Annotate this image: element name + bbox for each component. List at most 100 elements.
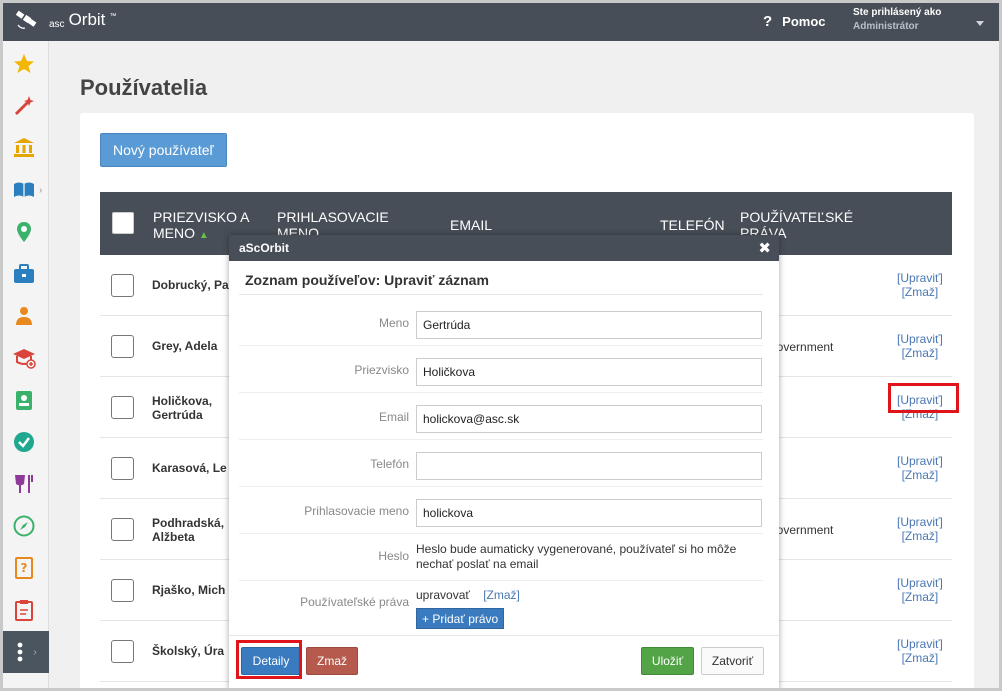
page-title: Používatelia bbox=[80, 75, 208, 100]
row-name-line1: Dobrucký, Pa bbox=[152, 278, 229, 292]
delete-link[interactable]: [Zmaž] bbox=[897, 651, 943, 665]
login-field[interactable]: holickova bbox=[416, 499, 762, 527]
row-checkbox[interactable] bbox=[111, 335, 134, 358]
row-name: Podhradská, Alžbeta bbox=[152, 516, 224, 544]
graduation-cap-icon[interactable] bbox=[11, 345, 37, 371]
row-name-line1: Podhradská, bbox=[152, 516, 225, 530]
first-name-label: Meno bbox=[378, 316, 409, 330]
student-icon[interactable] bbox=[11, 303, 37, 329]
row-checkbox[interactable] bbox=[111, 579, 134, 602]
top-bar: asc Orbit ™ ? Pomoc Ste prihlásený ako A… bbox=[3, 3, 999, 41]
first-name-field[interactable]: Gertrúda bbox=[416, 311, 762, 339]
delete-link[interactable]: [Zmaž] bbox=[897, 468, 943, 482]
row-name-line2: Alžbeta bbox=[152, 530, 195, 544]
location-pin-icon[interactable] bbox=[11, 219, 37, 245]
delete-link[interactable]: [Zmaž] bbox=[897, 346, 943, 360]
user-menu[interactable]: Ste prihlásený ako Administrátor bbox=[853, 6, 941, 34]
surname-label: Priezvisko bbox=[354, 363, 409, 377]
edit-link[interactable]: [Upraviť] bbox=[897, 576, 943, 590]
column-surname-line1: PRIEZVISKO A bbox=[153, 209, 250, 225]
column-surname-line2: MENO bbox=[153, 225, 195, 241]
edit-user-dialog: aScOrbit ✖ Zoznam používeľov: Upraviť zá… bbox=[229, 235, 779, 688]
sidebar: › ? › bbox=[3, 41, 49, 688]
delete-link[interactable]: [Zmaž] bbox=[897, 529, 943, 543]
new-user-button[interactable]: Nový používateľ bbox=[100, 133, 227, 167]
help-label: Pomoc bbox=[782, 14, 826, 29]
edit-link[interactable]: [Upraviť] bbox=[897, 454, 943, 468]
form-row-surname: Priezvisko Holičkova bbox=[239, 346, 763, 393]
institution-icon[interactable] bbox=[11, 135, 37, 161]
password-note-line2: nechať poslať na email bbox=[416, 557, 539, 571]
edit-link[interactable]: [Upraviť] bbox=[897, 637, 943, 651]
details-button-highlight bbox=[236, 640, 302, 679]
briefcase-icon[interactable] bbox=[11, 261, 37, 287]
edit-link-highlight bbox=[888, 383, 959, 413]
chevron-right-icon: › bbox=[33, 646, 37, 658]
more-menu-button[interactable]: › bbox=[3, 631, 49, 673]
password-note-line1: Heslo bude aumaticky vygenerované, použí… bbox=[416, 542, 737, 556]
edit-link[interactable]: [Upraviť] bbox=[897, 515, 943, 529]
user-role: Administrátor bbox=[853, 21, 919, 32]
delete-link[interactable]: [Zmaž] bbox=[897, 590, 943, 604]
svg-text:?: ? bbox=[21, 561, 28, 575]
delete-link[interactable]: [Zmaž] bbox=[897, 285, 943, 299]
phone-field[interactable] bbox=[416, 452, 762, 480]
help-button[interactable]: ? Pomoc bbox=[763, 13, 826, 30]
row-checkbox[interactable] bbox=[111, 640, 134, 663]
magic-wand-icon[interactable] bbox=[11, 93, 37, 119]
logo-text-small: asc bbox=[49, 18, 65, 30]
edit-link[interactable]: [Upraviť] bbox=[897, 332, 943, 346]
phone-label: Telefón bbox=[370, 457, 409, 471]
row-checkbox[interactable] bbox=[111, 274, 134, 297]
checkmark-circle-icon[interactable] bbox=[11, 429, 37, 455]
vertical-dots-icon bbox=[17, 642, 23, 662]
edit-link[interactable]: [Upraviť] bbox=[897, 271, 943, 285]
column-phone[interactable]: TELEFÓN bbox=[660, 217, 725, 233]
row-actions: [Upraviť] [Zmaž] bbox=[897, 454, 943, 482]
row-name: Grey, Adela bbox=[152, 339, 217, 353]
rights-delete-link[interactable]: [Zmaž] bbox=[483, 588, 520, 602]
close-icon[interactable]: ✖ bbox=[758, 239, 771, 257]
divider bbox=[239, 294, 763, 295]
row-actions: [Upraviť] [Zmaž] bbox=[897, 576, 943, 604]
question-book-icon[interactable]: ? bbox=[11, 555, 37, 581]
password-label: Heslo bbox=[378, 549, 409, 563]
row-name-line1: Grey, Adela bbox=[152, 339, 218, 353]
book-icon[interactable] bbox=[11, 177, 37, 203]
save-button[interactable]: Uložiť bbox=[641, 647, 694, 675]
form-row-phone: Telefón bbox=[239, 440, 763, 487]
row-actions: [Upraviť] [Zmaž] bbox=[897, 515, 943, 543]
form-row-first-name: Meno Gertrúda bbox=[239, 299, 763, 346]
chevron-down-icon[interactable] bbox=[976, 21, 984, 26]
delete-button[interactable]: Zmaž bbox=[306, 647, 358, 675]
row-actions: [Upraviť] [Zmaž] bbox=[897, 271, 943, 299]
row-checkbox[interactable] bbox=[111, 457, 134, 480]
row-actions: [Upraviť] [Zmaž] bbox=[897, 332, 943, 360]
email-field[interactable]: holickova@asc.sk bbox=[416, 405, 762, 433]
clipboard-icon[interactable] bbox=[11, 597, 37, 623]
form-row-login: Prihlasovacie meno holickova bbox=[239, 487, 763, 534]
row-checkbox[interactable] bbox=[111, 396, 134, 419]
star-icon[interactable] bbox=[11, 51, 37, 77]
row-name: Rjaško, Mich bbox=[152, 583, 225, 597]
column-email[interactable]: EMAIL bbox=[450, 217, 492, 233]
dialog-header: aScOrbit ✖ bbox=[229, 235, 779, 261]
close-button[interactable]: Zatvoriť bbox=[701, 647, 764, 675]
rights-value: upravovať bbox=[416, 588, 470, 602]
dialog-title: Zoznam používeľov: Upraviť záznam bbox=[245, 272, 489, 288]
surname-field[interactable]: Holičkova bbox=[416, 358, 762, 386]
select-all-checkbox[interactable] bbox=[112, 212, 134, 234]
row-name: Dobrucký, Pa bbox=[152, 278, 229, 292]
row-name-line1: Karasová, Le bbox=[152, 461, 227, 475]
id-badge-icon[interactable] bbox=[11, 387, 37, 413]
cup-fork-icon[interactable] bbox=[11, 471, 37, 497]
row-checkbox[interactable] bbox=[111, 518, 134, 541]
dialog-footer: Detaily Zmaž Uložiť Zatvoriť bbox=[229, 635, 779, 688]
app-logo[interactable]: asc Orbit ™ bbox=[15, 9, 116, 31]
login-label: Prihlasovacie meno bbox=[304, 504, 409, 518]
compass-icon[interactable] bbox=[11, 513, 37, 539]
row-name: Školský, Úra bbox=[152, 644, 224, 658]
form-row-email: Email holickova@asc.sk bbox=[239, 393, 763, 440]
add-right-button[interactable]: + Pridať právo bbox=[416, 608, 505, 629]
email-label: Email bbox=[378, 410, 409, 424]
